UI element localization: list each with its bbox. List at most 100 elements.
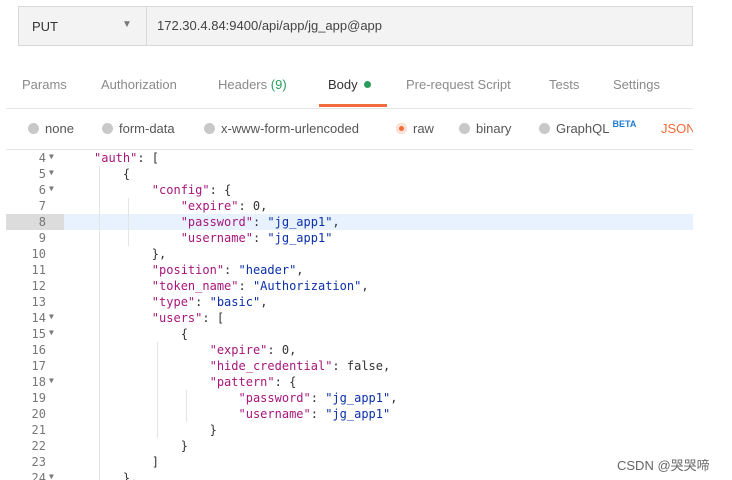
tab-body[interactable]: Body bbox=[328, 77, 371, 92]
tab-settings[interactable]: Settings bbox=[613, 77, 660, 92]
line-number-cell: 23 bbox=[6, 454, 64, 470]
code-line[interactable]: 9 "username": "jg_app1" bbox=[6, 230, 693, 246]
method-select[interactable]: PUT ▼ bbox=[18, 6, 146, 46]
json-string: "jg_app1" bbox=[325, 391, 391, 405]
line-number: 17 bbox=[31, 359, 46, 373]
radio-x-www-form-urlencoded[interactable]: x-www-form-urlencoded bbox=[204, 121, 359, 136]
line-number-cell: 13 bbox=[6, 294, 64, 310]
fold-arrow-icon[interactable]: ▼ bbox=[49, 181, 54, 197]
code-line[interactable]: 18 ▼ "pattern": { bbox=[6, 374, 693, 390]
radio-none[interactable]: none bbox=[28, 121, 74, 136]
line-number: 22 bbox=[31, 439, 46, 453]
code-line[interactable]: 23] bbox=[6, 454, 693, 470]
headers-count-badge: (9) bbox=[270, 77, 287, 92]
code-line[interactable]: 10}, bbox=[6, 246, 693, 262]
request-tabs: Params Authorization Headers (9) Body Pr… bbox=[6, 60, 693, 109]
tab-tests[interactable]: Tests bbox=[549, 77, 579, 92]
line-number: 20 bbox=[31, 407, 46, 421]
radio-binary[interactable]: binary bbox=[459, 121, 511, 136]
json-key: "config" bbox=[151, 183, 210, 197]
line-number: 13 bbox=[31, 295, 46, 309]
code-line[interactable]: 13 "type": "basic", bbox=[6, 294, 693, 310]
radio-circle-icon bbox=[459, 123, 470, 134]
fold-arrow-icon[interactable]: ▼ bbox=[49, 309, 54, 325]
code-line[interactable]: 19 "password": "jg_app1", bbox=[6, 390, 693, 406]
fold-arrow-icon[interactable]: ▼ bbox=[49, 150, 54, 165]
code-line[interactable]: 20 "username": "jg_app1" bbox=[6, 406, 693, 422]
active-tab-underline bbox=[319, 104, 387, 107]
method-label: PUT bbox=[32, 19, 58, 34]
json-punctuation: } bbox=[180, 439, 188, 453]
tab-params[interactable]: Params bbox=[22, 77, 67, 92]
json-string: "Authorization" bbox=[252, 279, 362, 293]
fold-arrow-icon[interactable]: ▼ bbox=[49, 373, 54, 389]
radio-circle-icon bbox=[102, 123, 113, 134]
line-number: 19 bbox=[31, 391, 46, 405]
json-string: "jg_app1" bbox=[267, 215, 333, 229]
code-line[interactable]: 24 ▼}, bbox=[6, 470, 693, 480]
code-line[interactable]: 5 ▼ { bbox=[6, 166, 693, 182]
json-punctuation: , bbox=[390, 391, 398, 405]
tab-authorization[interactable]: Authorization bbox=[101, 77, 177, 92]
tab-pre-request-script[interactable]: Pre-request Script bbox=[406, 77, 511, 92]
indent-guide bbox=[156, 342, 158, 438]
code-text: "username": "jg_app1" bbox=[239, 406, 391, 422]
code-text: } bbox=[210, 422, 217, 438]
code-text: "expire": 0, bbox=[210, 342, 297, 358]
json-key: "username" bbox=[238, 407, 311, 421]
json-punctuation: , bbox=[296, 263, 304, 277]
code-editor[interactable]: 4 ▼ "auth": [5 ▼{6 ▼ "config": {7 "expire": 0,… bbox=[6, 149, 693, 480]
code-text: { bbox=[123, 166, 130, 182]
radio-form-data[interactable]: form-data bbox=[102, 121, 175, 136]
tab-headers[interactable]: Headers (9) bbox=[218, 77, 287, 92]
radio-circle-icon bbox=[28, 123, 39, 134]
json-key: "username" bbox=[180, 231, 253, 245]
code-line[interactable]: 22} bbox=[6, 438, 693, 454]
json-key: "pattern" bbox=[209, 375, 275, 389]
code-line[interactable]: 6 ▼ "config": { bbox=[6, 182, 693, 198]
code-line[interactable]: 15 ▼ { bbox=[6, 326, 693, 342]
line-number-cell: 18 ▼ bbox=[6, 374, 64, 390]
code-line[interactable]: 14 ▼ "users": [ bbox=[6, 310, 693, 326]
code-text: ] bbox=[152, 454, 159, 470]
line-number-cell: 10 bbox=[6, 246, 64, 262]
url-input[interactable]: 172.30.4.84:9400/api/app/jg_app@app bbox=[146, 6, 693, 46]
json-punctuation: : { bbox=[274, 375, 297, 389]
radio-label: form-data bbox=[119, 121, 175, 136]
radio-raw[interactable]: raw bbox=[396, 121, 434, 136]
line-number: 4 bbox=[38, 151, 46, 165]
code-text: "expire": 0, bbox=[181, 198, 268, 214]
fold-arrow-icon[interactable]: ▼ bbox=[49, 469, 54, 480]
line-number-cell: 24 ▼ bbox=[6, 470, 64, 480]
fold-arrow-icon[interactable]: ▼ bbox=[49, 165, 54, 181]
radio-label: GraphQL bbox=[556, 121, 610, 136]
json-key: "expire" bbox=[209, 343, 268, 357]
code-text: { bbox=[181, 326, 188, 342]
line-number-cell: 12 bbox=[6, 278, 64, 294]
fold-arrow-icon[interactable]: ▼ bbox=[49, 325, 54, 341]
json-string: "jg_app1" bbox=[267, 231, 333, 245]
radio-circle-icon bbox=[539, 123, 550, 134]
json-key: "hide_credential" bbox=[209, 359, 333, 373]
json-punctuation: : bbox=[252, 231, 268, 245]
chevron-down-icon: ▼ bbox=[122, 19, 132, 30]
code-text: "users": [ bbox=[152, 310, 224, 326]
code-line[interactable]: 11 "position": "header", bbox=[6, 262, 693, 278]
code-line[interactable]: 12 "token_name": "Authorization", bbox=[6, 278, 693, 294]
code-line[interactable]: 21} bbox=[6, 422, 693, 438]
indent-guide bbox=[127, 198, 129, 246]
line-number-cell: 5 ▼ bbox=[6, 166, 64, 182]
code-line[interactable]: 7 "expire": 0, bbox=[6, 198, 693, 214]
line-number: 21 bbox=[31, 423, 46, 437]
code-line[interactable]: 8 "password": "jg_app1", bbox=[6, 214, 693, 230]
code-line[interactable]: 4 ▼ "auth": [ bbox=[6, 150, 693, 166]
code-line[interactable]: 16 "expire": 0, bbox=[6, 342, 693, 358]
json-punctuation: : bbox=[310, 407, 326, 421]
code-line[interactable]: 17 "hide_credential": false, bbox=[6, 358, 693, 374]
request-url-bar: PUT ▼ 172.30.4.84:9400/api/app/jg_app@ap… bbox=[6, 6, 693, 48]
radio-graphql[interactable]: GraphQL BETA bbox=[539, 119, 636, 136]
format-select-json[interactable]: JSON bbox=[661, 121, 693, 136]
line-number-cell: 15 ▼ bbox=[6, 326, 64, 342]
line-number-cell: 9 bbox=[6, 230, 64, 246]
json-string: "basic" bbox=[209, 295, 261, 309]
